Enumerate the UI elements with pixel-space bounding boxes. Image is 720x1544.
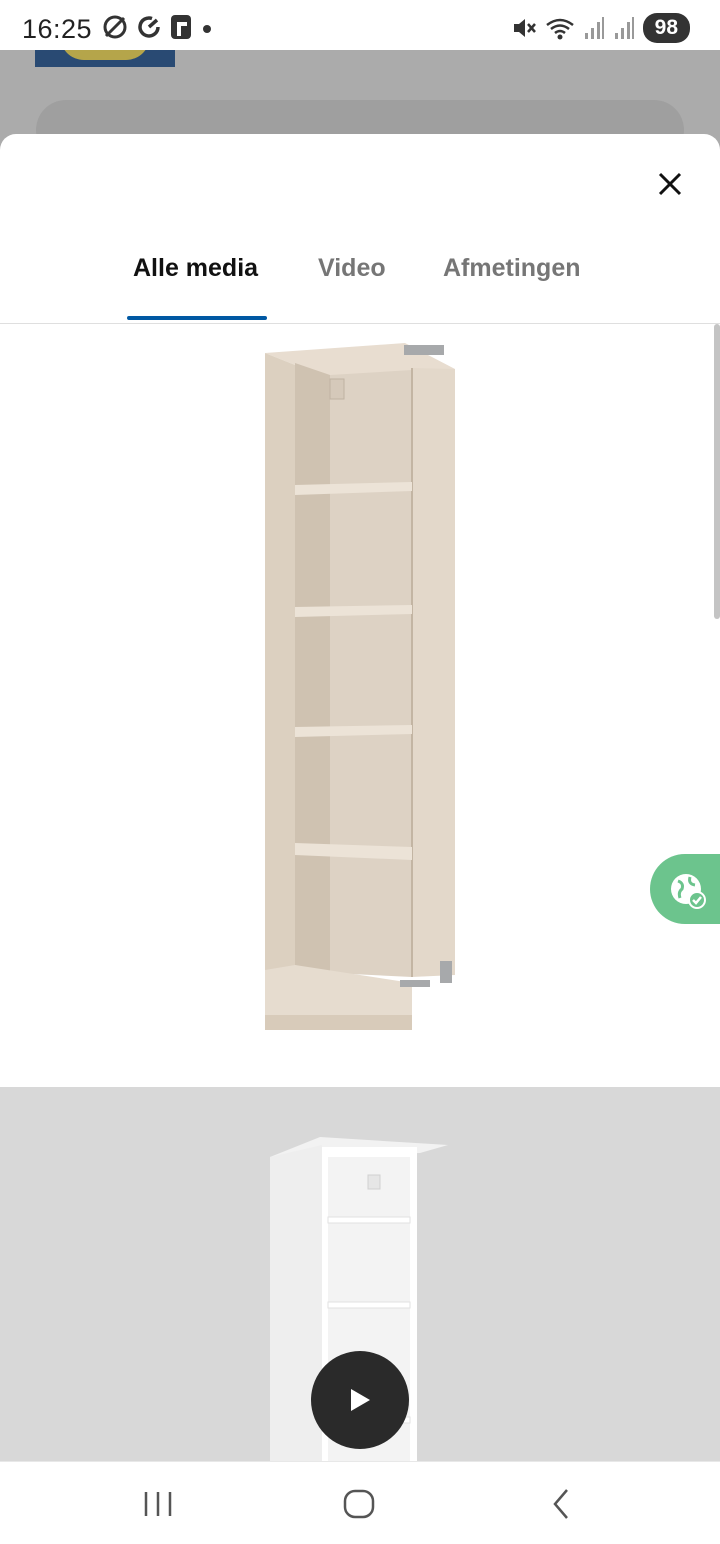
recent-apps-icon <box>144 1492 172 1516</box>
status-left-icons <box>102 14 214 40</box>
status-bar: 16:25 98 <box>0 0 720 50</box>
status-right-icons: 98 <box>511 13 690 43</box>
sync-icon <box>138 16 160 38</box>
recent-apps-button[interactable] <box>128 1484 188 1524</box>
tab-alle-media[interactable]: Alle media <box>133 254 258 283</box>
navigation-bar <box>0 1461 720 1544</box>
translate-button[interactable] <box>650 854 720 924</box>
scrollbar[interactable] <box>714 324 720 619</box>
media-tabs: Alle media Video Afmetingen <box>0 254 720 324</box>
active-tab-indicator <box>127 316 267 320</box>
signal-icon <box>584 17 604 39</box>
close-button[interactable] <box>652 166 688 202</box>
play-icon <box>351 1389 370 1411</box>
app-notification-icon <box>171 15 191 39</box>
media-image-1[interactable] <box>0 325 720 1087</box>
media-video-2[interactable] <box>0 1087 720 1461</box>
wardrobe-image <box>265 343 455 1030</box>
wifi-icon <box>545 18 574 40</box>
home-icon <box>343 1489 375 1519</box>
back-icon <box>553 1489 568 1519</box>
play-button[interactable] <box>311 1351 409 1449</box>
tab-afmetingen[interactable]: Afmetingen <box>443 254 581 283</box>
dot-icon <box>203 25 211 33</box>
home-button[interactable] <box>329 1484 389 1524</box>
tab-video[interactable]: Video <box>318 254 386 283</box>
battery-indicator: 98 <box>642 13 690 43</box>
close-icon <box>658 172 682 196</box>
data-saver-icon <box>103 15 127 39</box>
store-logo <box>35 36 175 67</box>
status-time: 16:25 <box>22 14 93 44</box>
background-page <box>0 36 720 160</box>
back-button[interactable] <box>531 1484 591 1524</box>
translate-globe-icon <box>671 874 706 909</box>
signal-icon <box>614 17 634 39</box>
mute-icon <box>513 19 536 37</box>
media-modal: Alle media Video Afmetingen <box>0 134 720 1461</box>
